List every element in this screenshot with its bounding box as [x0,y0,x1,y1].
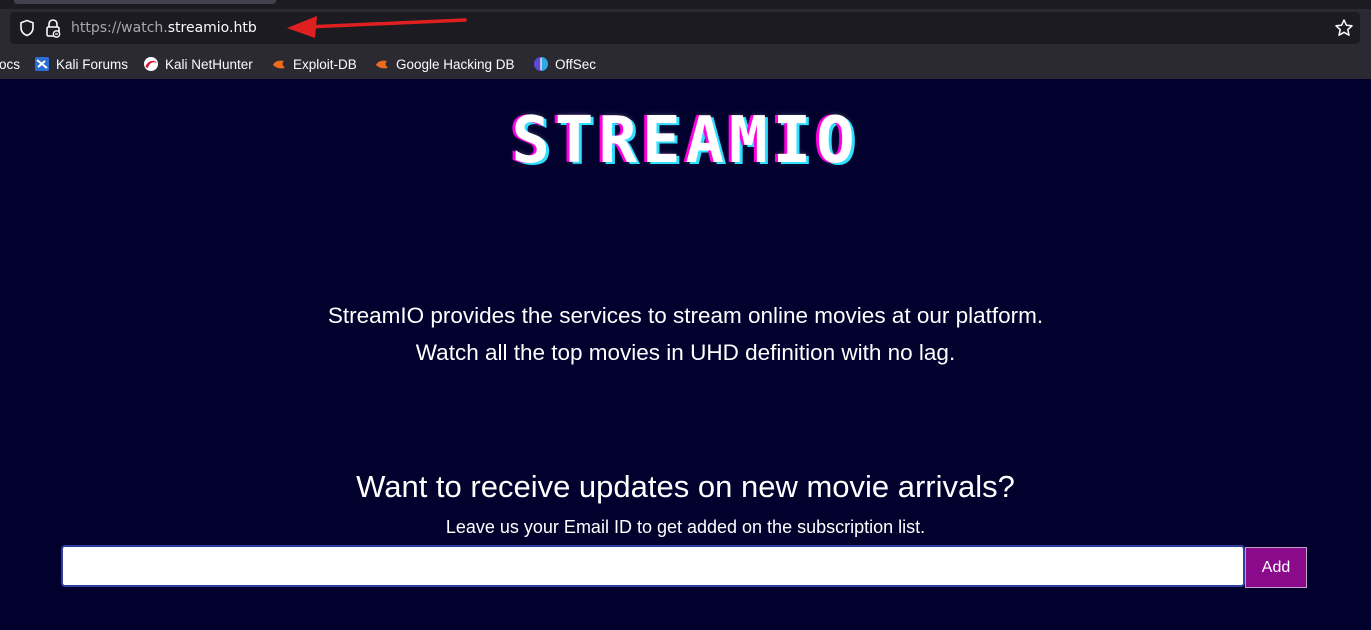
url-host: streamio.htb [167,20,257,36]
url-scheme: https://watch. [71,20,168,36]
red-arrow-annotation [287,16,467,38]
url-text[interactable]: https://watch.streamio.htb [71,19,257,37]
email-input[interactable] [61,545,1245,587]
site-logo: STREAMIO [511,104,860,178]
bookmarks-toolbar: ocs Kali Forums Kali NetHunter Exploit-D… [0,50,1371,78]
site-description: StreamIO provides the services to stream… [0,297,1371,371]
bookmark-label: Kali Forums [56,56,129,72]
browser-chrome: https://watch.streamio.htb ocs Kali Foru… [0,0,1371,79]
bookmark-offsec[interactable]: OffSec [533,55,596,73]
bookmark-star-icon[interactable] [1334,18,1354,38]
bookmark-kali-nethunter[interactable]: Kali NetHunter [143,55,253,73]
bookmark-exploit-db[interactable]: Exploit-DB [271,55,357,73]
subscribe-note: Leave us your Email ID to get added on t… [445,517,926,537]
lock-icon[interactable] [44,18,62,38]
bookmark-label: ocs [0,56,21,72]
bookmark-docs[interactable]: ocs [0,55,20,73]
bookmark-google-hacking-db[interactable]: Google Hacking DB [374,55,515,73]
bookmark-kali-forums[interactable]: Kali Forums [34,55,128,73]
description-line-1: StreamIO provides the services to stream… [327,303,1044,328]
description-line-2: Watch all the top movies in UHD definiti… [415,340,956,365]
streamio-page: STREAMIO StreamIO provides the services … [0,79,1371,630]
address-bar[interactable]: https://watch.streamio.htb [10,12,1360,44]
tab-strip [0,0,1371,9]
offsec-icon [534,57,548,71]
exploit-db-icon [273,60,285,69]
exploit-db-icon [376,60,388,69]
active-tab[interactable] [14,0,276,4]
kali-forums-icon [35,57,49,71]
add-button[interactable]: Add [1245,547,1307,588]
subscribe-heading: Want to receive updates on new movie arr… [356,469,1015,504]
bookmark-label: Exploit-DB [293,56,357,72]
kali-nethunter-icon [144,57,158,71]
bookmark-label: OffSec [555,56,597,72]
bookmark-label: Kali NetHunter [165,56,253,72]
shield-icon[interactable] [18,19,36,37]
bookmark-label: Google Hacking DB [396,56,515,72]
